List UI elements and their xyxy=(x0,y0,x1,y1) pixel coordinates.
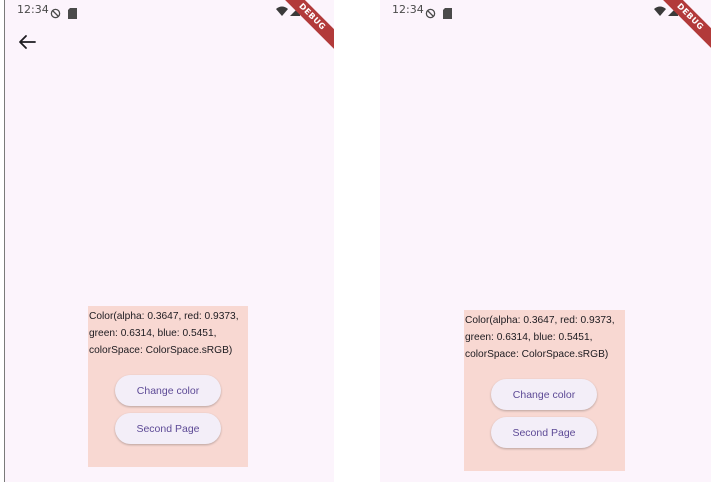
color-value-text: Color(alpha: 0.3647, red: 0.9373, green:… xyxy=(465,315,615,360)
debug-banner: DEBUG xyxy=(657,0,711,55)
color-panel: Color(alpha: 0.3647, red: 0.9373, green:… xyxy=(464,310,625,471)
color-panel: Color(alpha: 0.3647, red: 0.9373, green:… xyxy=(88,306,248,467)
second-page-button[interactable]: Second Page xyxy=(115,413,221,444)
second-page-button[interactable]: Second Page xyxy=(491,417,597,448)
color-value-text: Color(alpha: 0.3647, red: 0.9373, green:… xyxy=(89,311,239,356)
arrow-back-icon xyxy=(19,35,36,49)
screenshot-canvas: 12:34 DEBUG Color(alpha: 0.3647, red: 0.… xyxy=(0,0,711,486)
debug-label: DEBUG xyxy=(657,0,711,51)
status-time: 12:34 xyxy=(392,3,424,16)
phone-screen-home-page: 12:34 DEBUG Color(alpha: 0.3647, red: 0.… xyxy=(380,0,711,482)
sd-card-icon xyxy=(443,4,452,23)
phone-screen-second-page: 12:34 DEBUG Color(alpha: 0.3647, red: 0.… xyxy=(4,0,334,482)
do-not-disturb-icon xyxy=(425,4,436,23)
sd-card-icon xyxy=(68,4,77,23)
do-not-disturb-icon xyxy=(50,4,61,23)
debug-label: DEBUG xyxy=(279,0,334,51)
back-button[interactable] xyxy=(15,30,39,54)
change-color-button[interactable]: Change color xyxy=(115,375,221,406)
debug-banner: DEBUG xyxy=(279,0,334,55)
change-color-button[interactable]: Change color xyxy=(491,379,597,410)
status-time: 12:34 xyxy=(17,3,49,16)
